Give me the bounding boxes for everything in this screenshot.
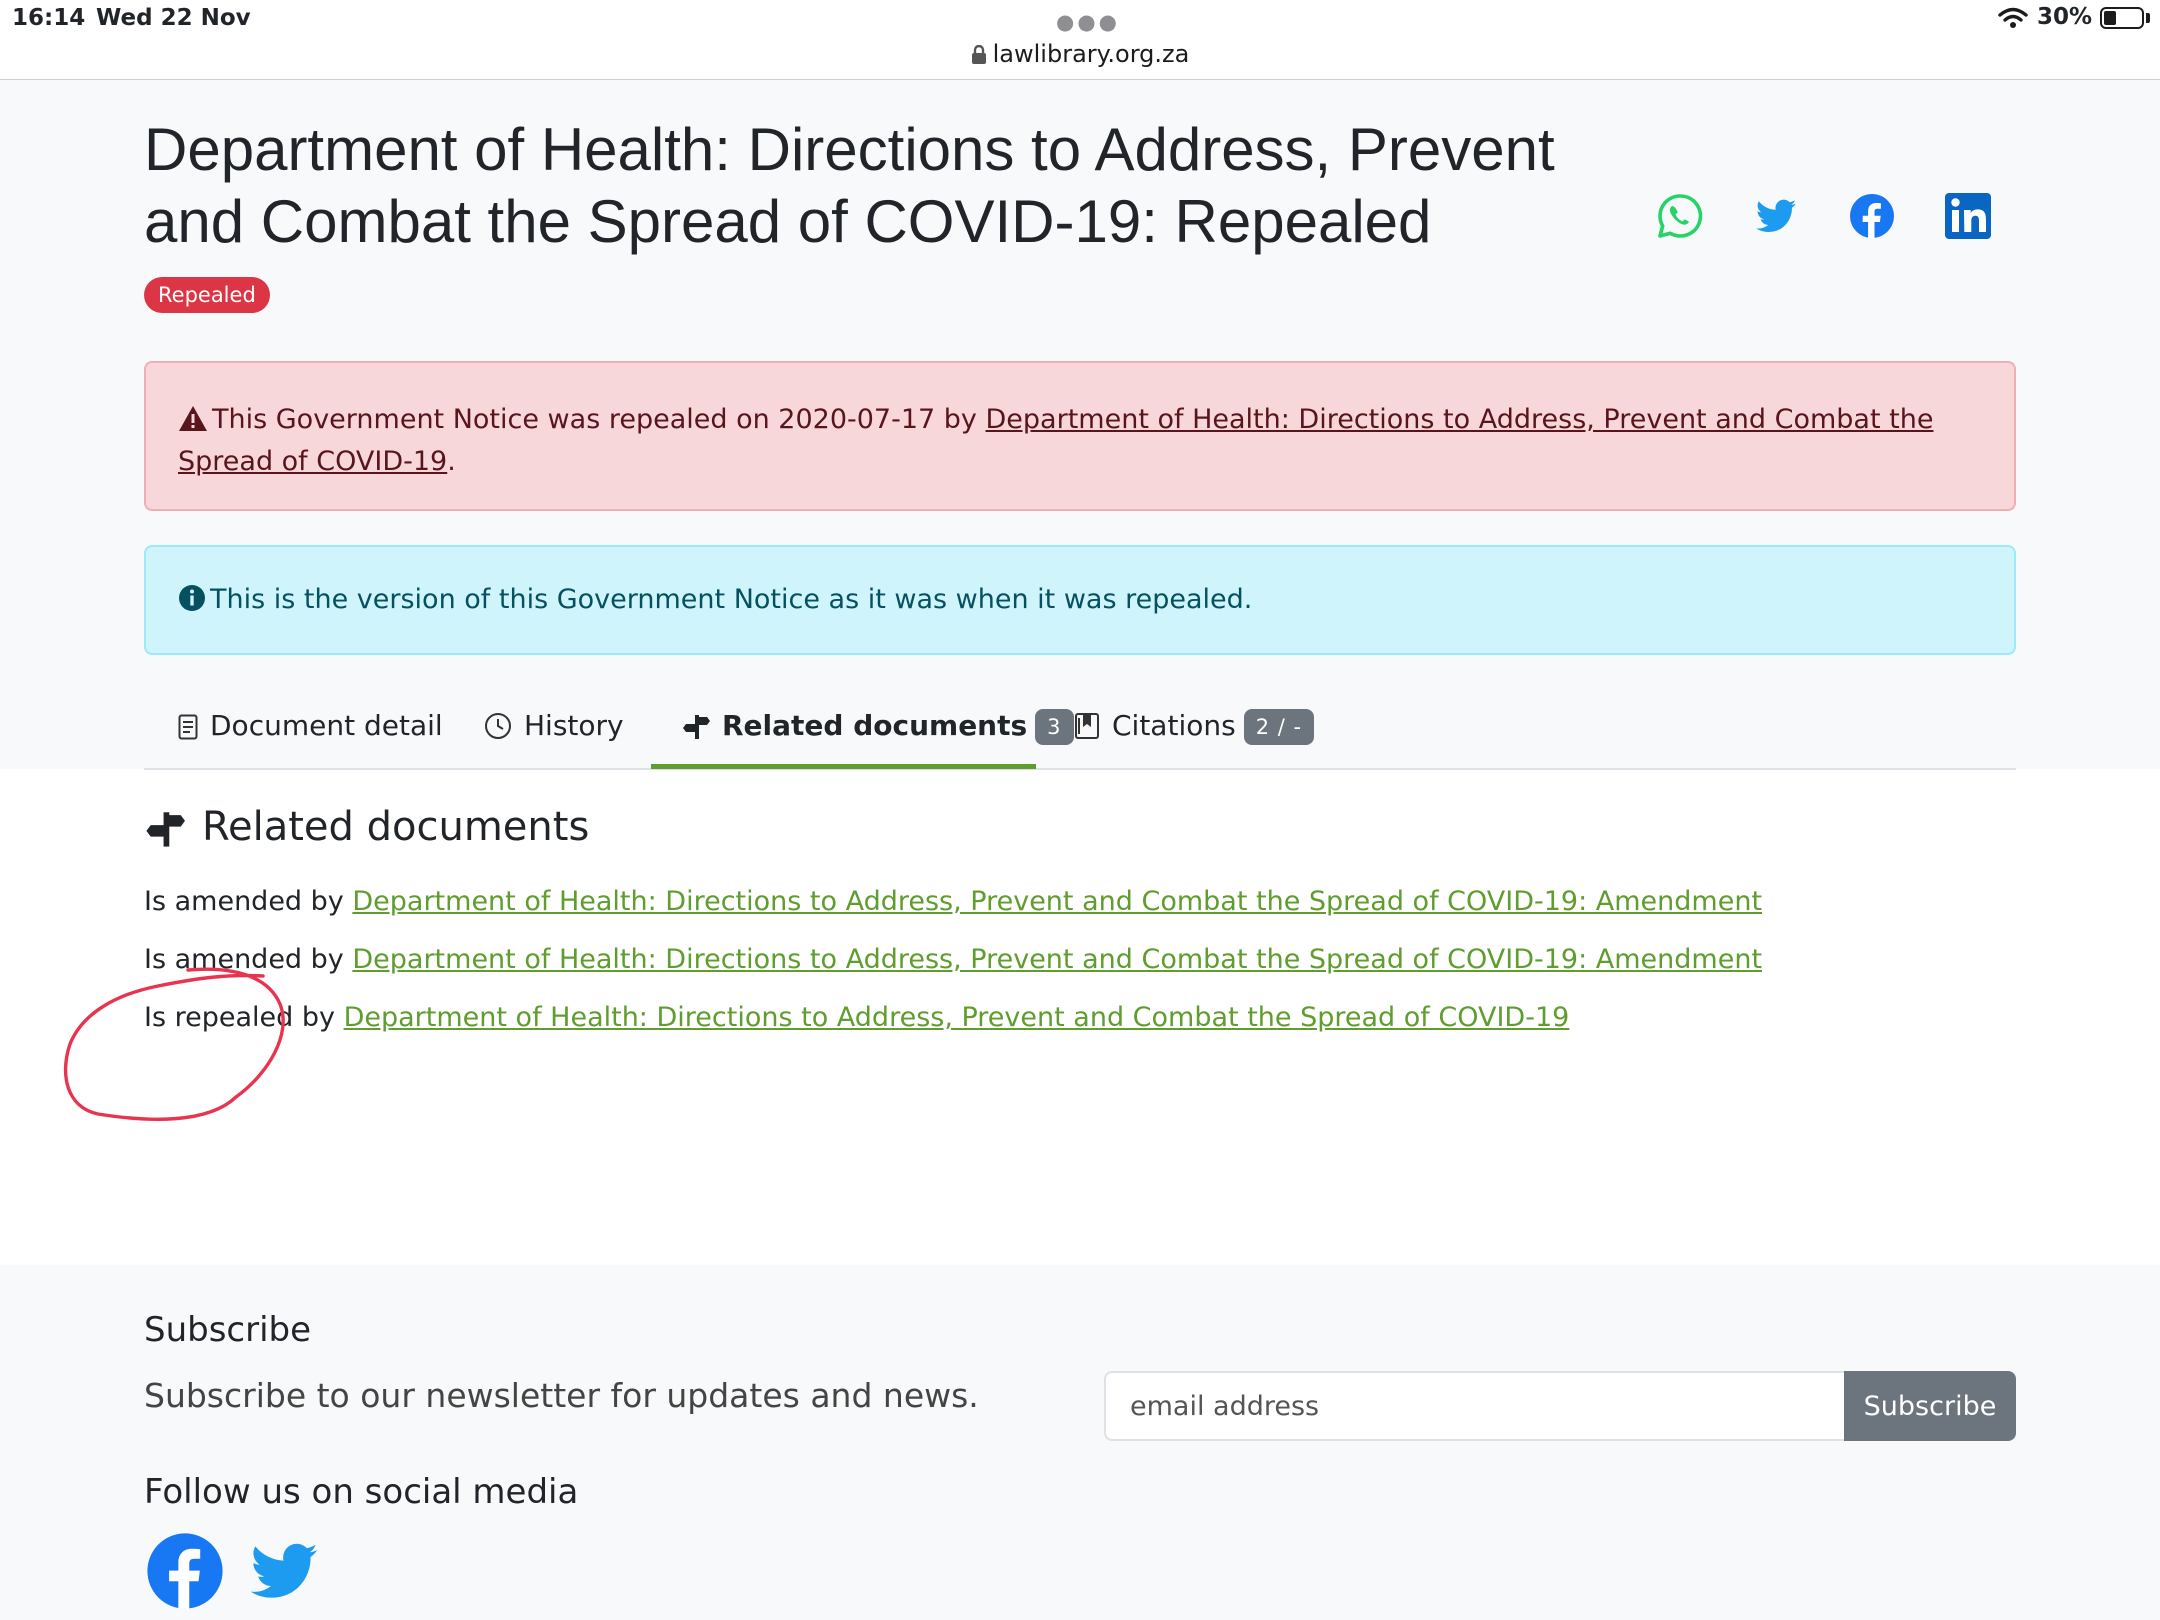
subscribe-description: Subscribe to our newsletter for updates … — [144, 1376, 979, 1415]
email-field[interactable] — [1104, 1371, 1848, 1441]
multitasking-dots[interactable]: ●●● — [1056, 10, 1120, 34]
tab-label: Citations — [1112, 709, 1236, 742]
battery-icon — [2100, 7, 2144, 29]
linkedin-icon[interactable] — [1944, 192, 1992, 240]
tab-citations[interactable]: Citations 2 / - — [1074, 694, 1315, 768]
facebook-icon[interactable] — [1848, 192, 1896, 240]
whatsapp-icon[interactable] — [1656, 192, 1704, 240]
wifi-icon — [1998, 7, 2028, 28]
related-row: Is repealed by Department of Health: Dir… — [144, 1002, 1569, 1033]
status-badge: Repealed — [144, 277, 270, 313]
related-row: Is amended by Department of Health: Dire… — [144, 944, 1762, 975]
subscribe-button[interactable]: Subscribe — [1844, 1371, 2016, 1441]
annotation-circle — [63, 967, 285, 1121]
tab-related-documents[interactable]: Related documents 3 — [682, 694, 1074, 768]
twitter-icon[interactable] — [244, 1536, 324, 1606]
signpost-icon — [146, 812, 185, 847]
document-icon — [178, 714, 198, 740]
version-info-alert: This is the version of this Government N… — [144, 545, 2016, 655]
tab-label: History — [524, 709, 624, 742]
document-tabs: Document detail History Related document… — [144, 694, 2016, 770]
active-tab-indicator — [651, 764, 1036, 769]
battery-percentage: 30% — [2037, 4, 2093, 30]
signpost-icon — [683, 715, 710, 739]
tab-history[interactable]: History — [484, 694, 624, 768]
tab-label: Related documents — [722, 709, 1028, 742]
battery-nub — [2146, 13, 2150, 23]
follow-title: Follow us on social media — [144, 1472, 579, 1512]
section-heading: Related documents — [144, 800, 589, 854]
related-document-link[interactable]: Department of Health: Directions to Addr… — [344, 1002, 1570, 1033]
version-info-text: This is the version of this Government N… — [210, 584, 1253, 615]
repealed-alert-text: This Government Notice was repealed on 2… — [212, 404, 977, 435]
status-bar: 16:14 Wed 22 Nov ●●● lawlibrary.org.za 3… — [0, 0, 2160, 80]
related-row: Is amended by Department of Health: Dire… — [144, 886, 1762, 917]
url-text: lawlibrary.org.za — [992, 40, 1190, 68]
lock-icon — [971, 44, 986, 64]
repealed-alert: This Government Notice was repealed on 2… — [144, 361, 2016, 511]
section-heading-text: Related documents — [202, 804, 590, 850]
status-time: 16:14 — [12, 5, 86, 31]
related-count-badge: 3 — [1035, 709, 1074, 745]
status-date: Wed 22 Nov — [96, 5, 251, 31]
citations-count-badge: 2 / - — [1243, 709, 1315, 745]
related-document-link[interactable]: Department of Health: Directions to Addr… — [352, 944, 1762, 975]
subscribe-title: Subscribe — [144, 1310, 312, 1350]
bookmark-icon — [1075, 713, 1099, 739]
page-title: Department of Health: Directions to Addr… — [144, 116, 1555, 255]
tab-label: Document detail — [210, 709, 443, 742]
repealed-alert-suffix: . — [447, 446, 456, 477]
twitter-icon[interactable] — [1752, 192, 1800, 240]
tab-document-detail[interactable]: Document detail — [178, 694, 443, 768]
clock-icon — [485, 713, 511, 739]
related-document-link[interactable]: Department of Health: Directions to Addr… — [352, 886, 1762, 917]
relation-label: Is amended by — [144, 886, 344, 917]
warning-icon — [179, 406, 207, 431]
footer — [0, 1265, 2160, 1620]
address-bar[interactable]: lawlibrary.org.za — [0, 40, 2160, 68]
facebook-icon[interactable] — [144, 1530, 226, 1612]
info-icon — [179, 585, 205, 611]
